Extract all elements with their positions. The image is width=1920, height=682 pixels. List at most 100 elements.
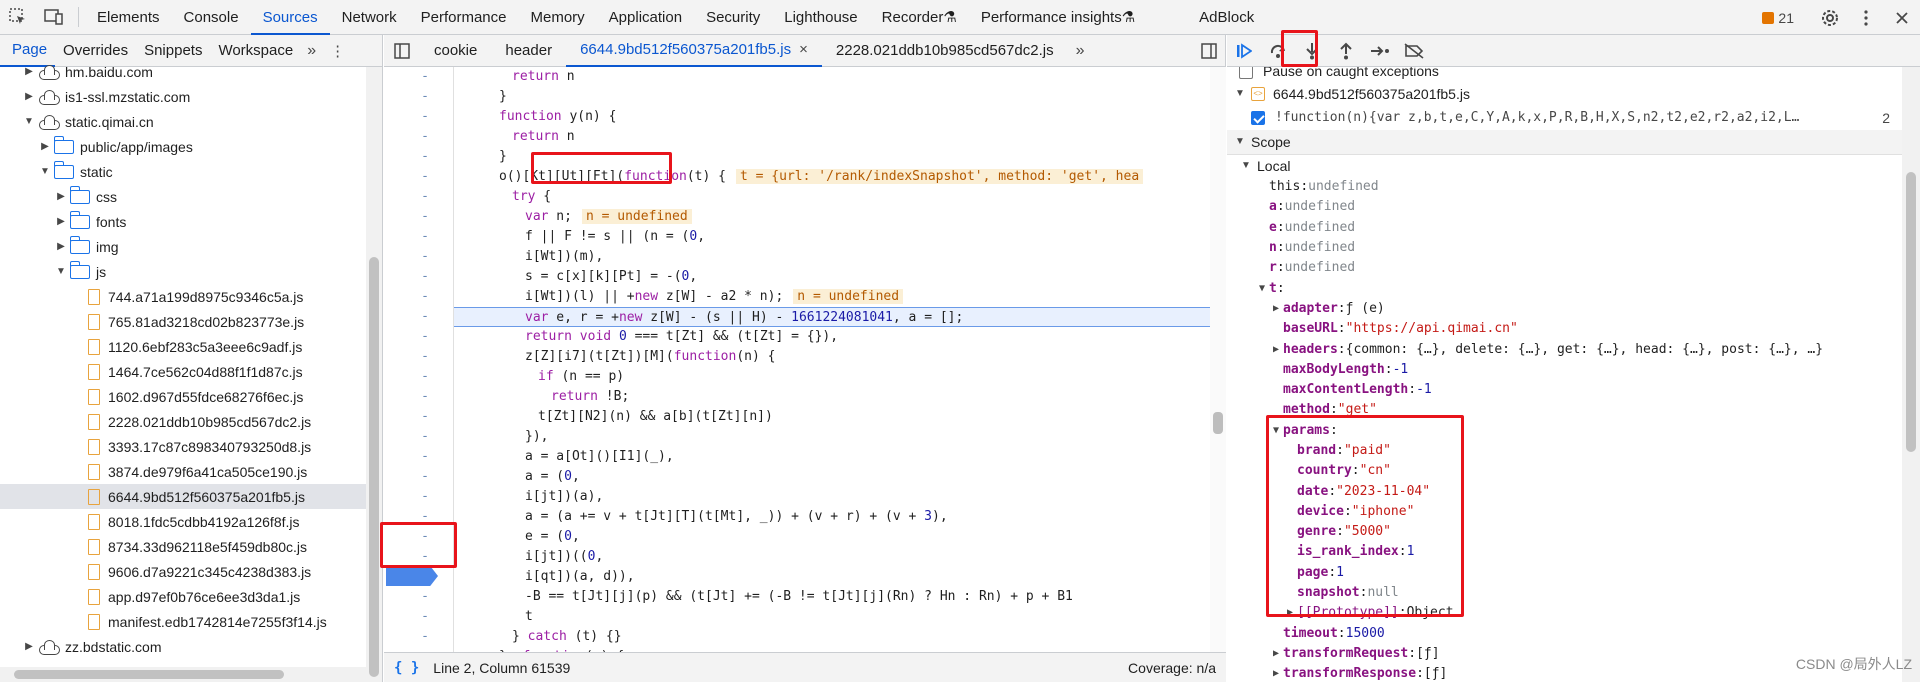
line-number[interactable]: - [384, 527, 453, 547]
tree-node-file[interactable]: 1464.7ce562c04d88f1f1d87c.js [0, 359, 366, 384]
line-number[interactable]: - [384, 407, 453, 427]
local-scope-header[interactable]: ▼ Local [1227, 155, 1902, 177]
file-tab[interactable]: cookie [420, 35, 491, 67]
scope-variable[interactable]: date: "2023-11-04" [1227, 481, 1902, 501]
tree-expand-triangle-icon[interactable]: ▶ [22, 641, 36, 652]
line-number[interactable]: - [384, 347, 453, 367]
tree-expand-triangle-icon[interactable]: ▶ [22, 66, 36, 77]
tree-node-file[interactable]: 9606.d7a9221c345c4238d383.js [0, 559, 366, 584]
code-line[interactable]: a = a[Ot]()[I1](_), [454, 447, 1226, 467]
line-number[interactable]: - [384, 587, 453, 607]
code-line[interactable]: t [454, 607, 1226, 627]
code-line[interactable]: } [454, 87, 1226, 107]
tree-node-folder[interactable]: ▼ js [0, 259, 366, 284]
line-number[interactable]: - [384, 367, 453, 387]
tree-node-domain[interactable]: ▶ is1-ssl.mzstatic.com [0, 84, 366, 109]
call-frame-row[interactable]: !function(n){var z,b,t,e,C,Y,A,k,x,P,R,B… [1227, 106, 1902, 130]
toggle-debugger-icon[interactable] [1201, 43, 1217, 63]
scope-variable[interactable]: r: undefined [1227, 258, 1902, 278]
navigator-menu-icon[interactable]: ⋮ [330, 42, 345, 60]
scope-section-header[interactable]: ▼ Scope [1227, 130, 1902, 155]
tree-node-file[interactable]: 3874.de979f6a41ca505ce190.js [0, 459, 366, 484]
scope-variable[interactable]: ▼ t: [1227, 278, 1902, 298]
line-number[interactable]: - [384, 227, 453, 247]
line-number[interactable]: - [384, 207, 453, 227]
code-line[interactable]: z[Z][i7](t[Zt])[M](function(n) { [454, 347, 1226, 367]
line-number[interactable]: - [384, 427, 453, 447]
tree-expand-triangle-icon[interactable]: ▶ [38, 141, 52, 152]
scope-variable[interactable]: this: undefined [1227, 177, 1902, 197]
scope-variable[interactable]: maxBodyLength: -1 [1227, 360, 1902, 380]
panel-tab[interactable]: Sources [250, 0, 330, 35]
scope-variable[interactable]: device: "iphone" [1227, 502, 1902, 522]
more-files-chevron-icon[interactable]: » [1076, 42, 1085, 60]
collapse-triangle-icon[interactable]: ▼ [1233, 132, 1247, 152]
line-number[interactable]: - [384, 187, 453, 207]
tree-node-domain[interactable]: ▶ zz.bdstatic.com [0, 634, 366, 659]
tree-expand-triangle-icon[interactable]: ▶ [54, 241, 68, 252]
tree-expand-triangle-icon[interactable]: ▼ [22, 116, 36, 127]
tree-node-file[interactable]: app.d97ef0b76ce6ee3d3da1.js [0, 584, 366, 609]
tree-node-file[interactable]: 1602.d967d55fdce68276f6ec.js [0, 384, 366, 409]
scope-variable[interactable]: page: 1 [1227, 563, 1902, 583]
code-line[interactable]: return n [454, 67, 1226, 87]
collapse-triangle-icon[interactable]: ▼ [1233, 84, 1247, 104]
inspect-element-icon[interactable] [0, 0, 36, 35]
code-line[interactable]: i[jt])((0, [454, 547, 1226, 567]
scope-variable[interactable]: method: "get" [1227, 400, 1902, 420]
code-line[interactable]: i[jt])(a), [454, 487, 1226, 507]
tree-node-file[interactable]: manifest.edb1742814e7255f3f14.js [0, 609, 366, 634]
scope-variable[interactable]: brand: "paid" [1227, 441, 1902, 461]
panel-tab[interactable]: Network [330, 0, 409, 35]
code-line[interactable]: } [454, 147, 1226, 167]
code-line[interactable]: var n; n = undefined [454, 207, 1226, 227]
scope-variable[interactable]: maxContentLength: -1 [1227, 380, 1902, 400]
panel-tab[interactable]: Elements [85, 0, 172, 35]
scope-variable[interactable]: timeout: 15000 [1227, 624, 1902, 644]
line-number[interactable]: - [384, 287, 453, 307]
line-number[interactable]: - [384, 267, 453, 287]
code-line[interactable]: s = c[x][k][Pt] = -(0, [454, 267, 1226, 287]
tree-expand-triangle-icon[interactable]: ▼ [54, 266, 68, 277]
panel-tab[interactable]: Lighthouse [772, 0, 869, 35]
scrollbar-thumb[interactable] [1906, 172, 1916, 452]
line-number[interactable]: - [384, 247, 453, 267]
close-tab-icon[interactable]: × [799, 41, 808, 58]
settings-gear-icon[interactable] [1812, 0, 1848, 35]
expand-triangle-icon[interactable]: ▶ [1269, 664, 1283, 682]
code-line[interactable]: a = (a += v + t[Jt][T](t[Mt], _)) + (v +… [454, 507, 1226, 527]
line-number[interactable]: - [384, 627, 453, 647]
expand-triangle-icon[interactable]: ▶ [1269, 340, 1283, 360]
toggle-navigator-icon[interactable] [384, 35, 420, 67]
panel-tab[interactable]: Security [694, 0, 772, 35]
line-number[interactable]: - [384, 507, 453, 527]
tree-expand-triangle-icon[interactable]: ▶ [22, 91, 36, 102]
code-editor[interactable]: ------------------------------- return n… [384, 67, 1226, 652]
code-line[interactable]: return void 0 === t[Zt] && (t[Zt] = {}), [454, 327, 1226, 347]
step-over-icon[interactable] [1261, 35, 1295, 67]
tree-node-file[interactable]: 3393.17c87c898340793250d8.js [0, 434, 366, 459]
current-execution-line[interactable]: var e, r = +new z[W] - (s || H) - 166122… [454, 307, 1226, 327]
call-frame-checkbox[interactable] [1251, 111, 1265, 125]
code-line[interactable]: i[qt])(a, d)), [454, 567, 1226, 587]
scope-variable[interactable]: n: undefined [1227, 238, 1902, 258]
scope-variable[interactable]: ▶ adapter: ƒ (e) [1227, 299, 1902, 319]
code-line[interactable]: t[Zt][N2](n) && a[b](t[Zt][n]) [454, 407, 1226, 427]
more-tabs-chevron-icon[interactable]: » [307, 42, 316, 60]
breakpoint-marker[interactable] [386, 566, 438, 586]
line-number[interactable]: - [384, 107, 453, 127]
tree-node-folder[interactable]: ▶ public/app/images [0, 134, 366, 159]
code-line[interactable]: o()[Kt][Ut][Ft](function(t) {t = {url: '… [454, 167, 1226, 187]
line-number[interactable]: - [384, 387, 453, 407]
line-number[interactable]: - [384, 127, 453, 147]
tree-expand-triangle-icon[interactable]: ▶ [54, 216, 68, 227]
scope-variable[interactable]: ▶ [[Prototype]]: Object [1227, 603, 1902, 623]
line-number[interactable]: - [384, 467, 453, 487]
panel-tab[interactable]: Performance insights ⚗ [969, 0, 1147, 35]
code-line[interactable]: return n [454, 127, 1226, 147]
expand-triangle-icon[interactable]: ▼ [1255, 279, 1269, 299]
tree-node-folder[interactable]: ▶ fonts [0, 209, 366, 234]
tree-node-folder[interactable]: ▶ css [0, 184, 366, 209]
code-line[interactable]: }), [454, 427, 1226, 447]
scope-variable[interactable]: baseURL: "https://api.qimai.cn" [1227, 319, 1902, 339]
